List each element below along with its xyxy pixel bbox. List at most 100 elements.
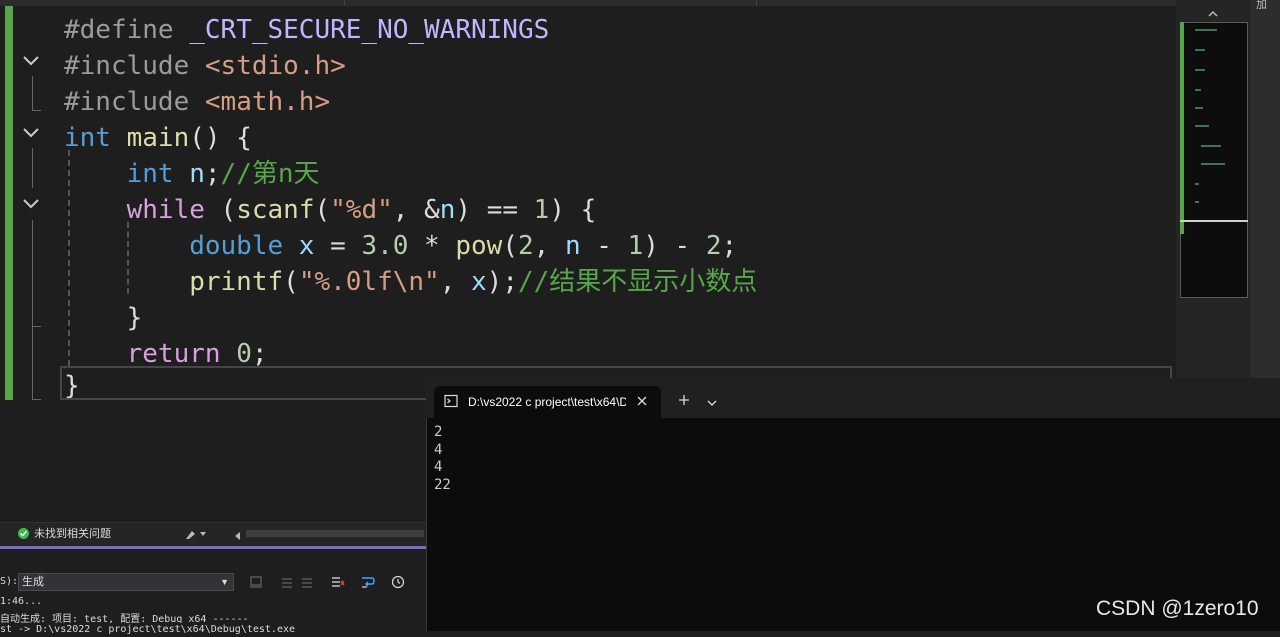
code-token: printf [64,267,284,297]
code-token: ; [251,339,268,369]
terminal-output-line: 2 [434,424,443,440]
minimap-change-bar [1180,22,1184,234]
code-token: () { [189,123,252,153]
watermark: CSDN @1zero10 [1096,597,1259,620]
fold-bracket [32,326,41,400]
terminal-tab-title: D:\vs2022 c project\test\x64\D [468,395,626,409]
code-token: - [580,231,628,261]
code-token: } [64,303,143,333]
code-token: //结果不显示小数点 [517,267,758,297]
chevron-down-icon[interactable] [706,395,718,406]
terminal-output-line: 4 [434,441,443,458]
code-token: int [64,159,174,189]
clear-all-icon[interactable] [331,575,345,589]
code-token: , [533,231,565,261]
output-log-line: 1:46... [0,596,43,607]
code-token: "%.0lf\n" [298,267,440,297]
code-token: x [471,267,487,297]
output-source-label: S): [0,576,19,587]
prev-message-icon[interactable] [280,575,294,589]
code-token: #define [64,15,174,45]
code-token: _CRT_SECURE_NO_WARNINGS [173,15,550,45]
code-token: //第n天 [220,159,320,189]
code-token: , [439,267,472,297]
code-token: = [314,231,362,261]
code-token: ( [204,195,237,225]
code-token: n [439,195,456,225]
code-token: 1 [627,231,644,261]
fold-chevron-icon[interactable] [22,195,40,213]
close-icon[interactable] [636,394,648,406]
code-token: ) - [643,231,706,261]
code-token: main [110,123,190,153]
scroll-up-icon[interactable] [1206,6,1220,17]
code-token: 2 [518,231,534,261]
code-line[interactable]: #define _CRT_SECURE_NO_WARNINGS [64,12,549,48]
fold-bracket [32,76,41,111]
issues-status-text[interactable]: 未找到相关问题 [34,526,154,542]
code-token: while [64,195,205,225]
change-indicator-bar [5,6,13,400]
minimap[interactable] [1180,22,1248,298]
check-circle-icon [18,528,29,539]
code-token: "%d" [330,195,393,225]
editor-status-bar: 未找到相关问题 [0,522,426,545]
code-token: * [408,231,456,261]
code-token: x [283,231,315,261]
code-line[interactable]: printf("%.0lf\n", x);//结果不显示小数点 [64,264,757,300]
code-token: , & [392,195,440,225]
terminal-output-line: 22 [434,476,451,493]
code-editor[interactable]: #define _CRT_SECURE_NO_WARNINGS #include … [0,6,1176,402]
output-source-value: 生成 [22,576,44,588]
code-line[interactable]: double x = 3.0 * pow(2, n - 1) - 2; [64,228,737,264]
code-token: <math.h> [189,87,331,117]
code-token: return [64,339,221,369]
clock-icon[interactable] [391,575,405,589]
output-log-line: 自动生成: 项目: test, 配置: Debug x64 ------ [0,614,249,623]
code-token: int [64,123,111,153]
code-line[interactable]: int n;//第n天 [64,156,320,192]
code-token: ) { [549,195,597,225]
console-icon [444,394,458,408]
word-wrap-icon[interactable] [361,575,375,589]
fold-chevron-icon[interactable] [22,52,40,70]
fold-bracket [32,220,33,326]
code-token: ; [204,159,221,189]
right-tool-label[interactable]: 加 [1256,0,1276,11]
new-tab-icon[interactable] [677,393,691,407]
next-message-icon[interactable] [300,575,314,589]
code-token: double [64,231,284,261]
code-token: 1 [533,195,550,225]
code-line[interactable]: #include <math.h> [64,84,330,120]
chevron-down-icon: ▼ [220,577,229,587]
code-token: #include [64,51,190,81]
code-token: n [564,231,581,261]
scroll-left-icon[interactable] [234,528,242,540]
output-source-select[interactable]: 生成 ▼ [18,573,234,591]
fold-chevron-icon[interactable] [22,124,40,142]
code-token: 3.0 [361,231,409,261]
code-token: ) == [455,195,534,225]
code-token: n [173,159,205,189]
code-line[interactable]: #include <stdio.h> [64,48,346,84]
code-token: ); [486,267,518,297]
fold-bracket [32,148,33,188]
code-token: scanf [236,195,315,225]
code-token: ( [502,231,518,261]
horizontal-scrollbar[interactable] [246,530,424,537]
code-line[interactable]: int main() { [64,120,252,156]
brush-dropdown-icon[interactable] [184,527,208,541]
code-token: #include [64,87,190,117]
terminal-output-line: 4 [434,459,443,475]
code-token: 0 [236,339,252,369]
code-token: ( [314,195,331,225]
code-token: <stdio.h> [189,51,346,81]
code-line[interactable]: while (scanf("%d", &n) == 1) { [64,192,597,228]
code-token: ( [283,267,299,297]
code-line[interactable]: } [64,300,143,336]
terminal-output: 2 4 4 22 [434,424,834,494]
code-token: pow [455,231,503,261]
minimap-viewport-marker[interactable] [1180,220,1248,222]
find-message-icon[interactable] [249,575,263,589]
